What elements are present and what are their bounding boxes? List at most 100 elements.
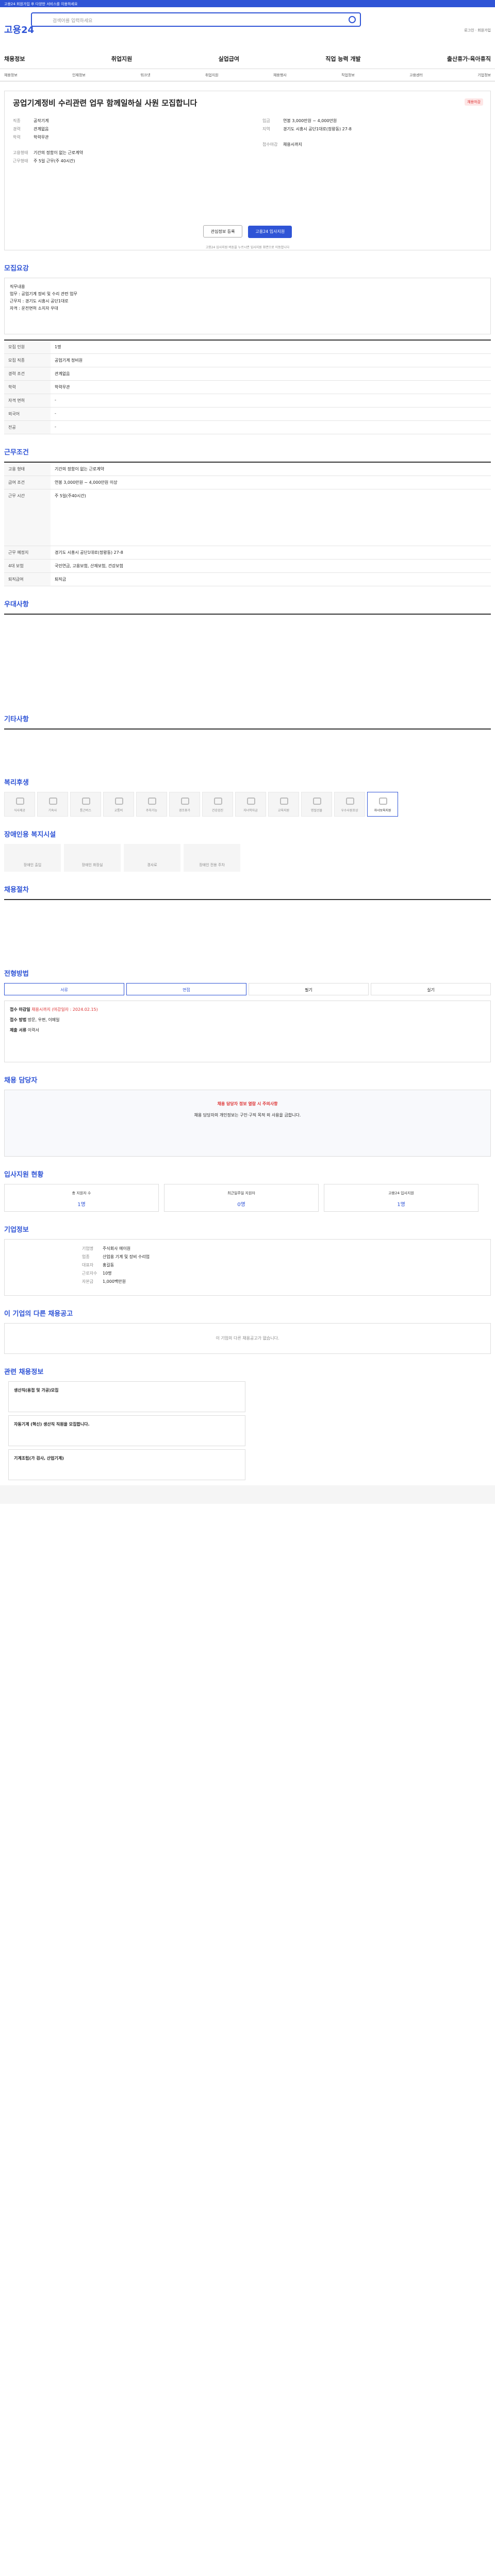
section-title: 채용 담당자 (4, 1077, 38, 1084)
welfare-label: 자녀학자금 (243, 809, 258, 812)
table-row: 모집 직종 공업기계 정비원 (4, 354, 491, 367)
welfare-label: 주차가능 (145, 809, 158, 812)
welfare-icon (280, 798, 288, 805)
welfare-icon (148, 798, 156, 805)
related-job-card[interactable]: 자동기계 (혁신) 생산직 직원을 모집합니다. (8, 1415, 245, 1446)
row-value: 주 5일(주40시간) (55, 494, 86, 498)
info-key: 접수 방법 (10, 1018, 27, 1022)
section-title: 채용절차 (4, 886, 29, 894)
kv-value: 1,000백만원 (103, 1279, 126, 1284)
welfare-label: 경조휴가 (178, 809, 191, 812)
site-logo[interactable]: 고용24 (4, 23, 34, 36)
kv-key: 경력 (13, 127, 21, 131)
welfare-label: 교육지원 (277, 809, 290, 812)
welfare-item: 우수사원포상 (334, 792, 365, 817)
manager-warning: 채용 담당자 정보 열람 시 주의사항 (217, 1101, 278, 1106)
step-tab[interactable]: 실기 (371, 983, 491, 995)
section-title: 우대사항 (4, 601, 29, 608)
stat-card: 총 지원자 수 1명 (4, 1184, 159, 1212)
welfare-item: 식사제공 (4, 792, 35, 817)
step-tab[interactable]: 면접 (126, 983, 246, 995)
step-tab[interactable]: 필기 (249, 983, 369, 995)
table-row: 경력 조건 관계없음 (4, 367, 491, 381)
job-summary-card: 공업기계정비 수리관련 업무 함께일하실 사원 모집합니다 채용마감 직종 공작기… (4, 91, 491, 250)
table-row: 고용 형태 기간의 정함이 없는 근로계약 (4, 463, 491, 476)
kv-key: 고용형태 (13, 150, 28, 155)
header-links[interactable]: 로그인 · 회원가입 (464, 28, 491, 33)
welfare-item: 건강검진 (202, 792, 233, 817)
subnav-item[interactable]: 취업지원 (205, 73, 219, 78)
search-input[interactable]: 검색어를 입력하세요 (53, 17, 92, 24)
site-header: 고용24 검색어를 입력하세요 로그인 · 회원가입 (0, 7, 495, 48)
subnav-item[interactable]: 채용행사 (273, 73, 287, 78)
nav-item[interactable]: 채용정보 (4, 55, 25, 63)
table-row: 근무 시간 주 5일(주40시간) (4, 489, 491, 546)
facility-card: 장애인 출입 (4, 844, 61, 872)
section-title: 입사지원 현황 (4, 1171, 44, 1179)
subnav-item[interactable]: 직업정보 (341, 73, 355, 78)
stat-card: 고용24 입사지원 1명 (324, 1184, 478, 1212)
nav-item[interactable]: 직업 능력 개발 (325, 55, 360, 63)
row-value: - (55, 398, 56, 402)
job-summary-right: 임금 연봉 3,000만원 ~ 4,000만원 지역 경기도 시흥시 공단1대로(정… (262, 117, 479, 149)
row-header: 퇴직급여 (4, 573, 51, 586)
stats-cards: 총 지원자 수 1명 최근일주일 지원자 0명 고용24 입사지원 1명 (4, 1184, 491, 1212)
stat-label: 최근일주일 지원자 (227, 1191, 255, 1195)
subnav-item[interactable]: 기업정보 (477, 73, 491, 78)
table-row: 급여 조건 연봉 3,000만원 ~ 4,000만원 이상 (4, 476, 491, 489)
scrap-button[interactable]: 관심정보 등록 (203, 225, 243, 238)
row-header: 근무 시간 (4, 489, 51, 546)
subnav-item[interactable]: 인재정보 (72, 73, 86, 78)
kv-value: 기간의 정함이 없는 근로계약 (34, 150, 83, 155)
stat-label: 총 지원자 수 (72, 1191, 91, 1195)
stat-value: 1명 (397, 1202, 405, 1208)
welfare-icon (16, 798, 24, 805)
row-value: 경기도 시흥시 공단1대로(정왕동) 27-8 (55, 550, 123, 555)
top-banner[interactable]: 고용24 회원가입 후 다양한 서비스를 이용하세요 (0, 0, 495, 7)
welfare-icon (313, 798, 321, 805)
related-job-title[interactable]: 자동기계 (혁신) 생산직 직원을 모집합니다. (14, 1422, 90, 1427)
kv-value: 주 5일 근무(주 40시간) (34, 159, 75, 163)
nav-item[interactable]: 취업지원 (111, 55, 132, 63)
prefer-table (4, 614, 491, 701)
related-job-card[interactable]: 생산직(용접 및 가공)모집 (8, 1381, 245, 1412)
row-header: 경력 조건 (4, 367, 51, 380)
info-value: 이력서 (27, 1028, 39, 1032)
subnav-item[interactable]: 고용센터 (409, 73, 423, 78)
nav-item[interactable]: 출산휴가·육아휴직 (447, 55, 491, 63)
kv-value: 주식회사 에이원 (103, 1246, 131, 1251)
related-job-card[interactable]: 기계조립(가 검사, 산업기계) (8, 1449, 245, 1480)
kv-value: 채용시까지 (283, 142, 302, 147)
main-nav: 채용정보 취업지원 실업급여 직업 능력 개발 출산휴가·육아휴직 (0, 48, 495, 69)
row-value: - (55, 425, 56, 429)
section-title: 장애인용 복지시설 (4, 831, 56, 839)
info-key: 접수 마감일 (10, 1007, 30, 1012)
row-value: 1명 (55, 345, 61, 349)
kv-key: 접수마감 (262, 142, 278, 147)
welfare-icon (346, 798, 354, 805)
section-title: 기타사항 (4, 716, 29, 723)
kv-key: 학력 (13, 135, 21, 140)
table-row: 4대 보험 국민연금, 고용보험, 산재보험, 건강보험 (4, 560, 491, 573)
footer (0, 1485, 495, 1504)
kv-key: 업종 (82, 1255, 90, 1259)
disabled-facilities: 장애인 출입 장애인 화장실 경사로 장애인 전용 주차 (4, 844, 491, 872)
search-bar[interactable]: 검색어를 입력하세요 (31, 12, 361, 27)
apply-button[interactable]: 고용24 입사지원 (248, 226, 292, 238)
step-tab[interactable]: 서류 (4, 983, 124, 995)
kv-key: 대표자 (82, 1263, 94, 1267)
subnav-item[interactable]: 워크넷 (140, 73, 150, 78)
apply-steps: 서류 면접 필기 실기 (4, 983, 491, 995)
kv-key: 근로자수 (82, 1271, 97, 1276)
related-job-title[interactable]: 생산직(용접 및 가공)모집 (14, 1388, 58, 1393)
kv-value: 경기도 시흥시 공단1대로(정왕동) 27-8 (283, 127, 352, 131)
related-job-title[interactable]: 기계조립(가 검사, 산업기계) (14, 1456, 64, 1461)
welfare-item: 경조휴가 (169, 792, 200, 817)
row-value: 국민연금, 고용보험, 산재보험, 건강보험 (55, 564, 124, 568)
kv-key: 근무형태 (13, 159, 28, 163)
nav-item[interactable]: 실업급여 (218, 55, 239, 63)
apply-info: 접수 마감일 채용시까지 (마감일자 : 2024.02.15) 접수 방법 방… (4, 1001, 491, 1062)
subnav-item[interactable]: 채용정보 (4, 73, 18, 78)
facility-card: 장애인 화장실 (64, 844, 121, 872)
search-icon[interactable] (349, 16, 356, 23)
